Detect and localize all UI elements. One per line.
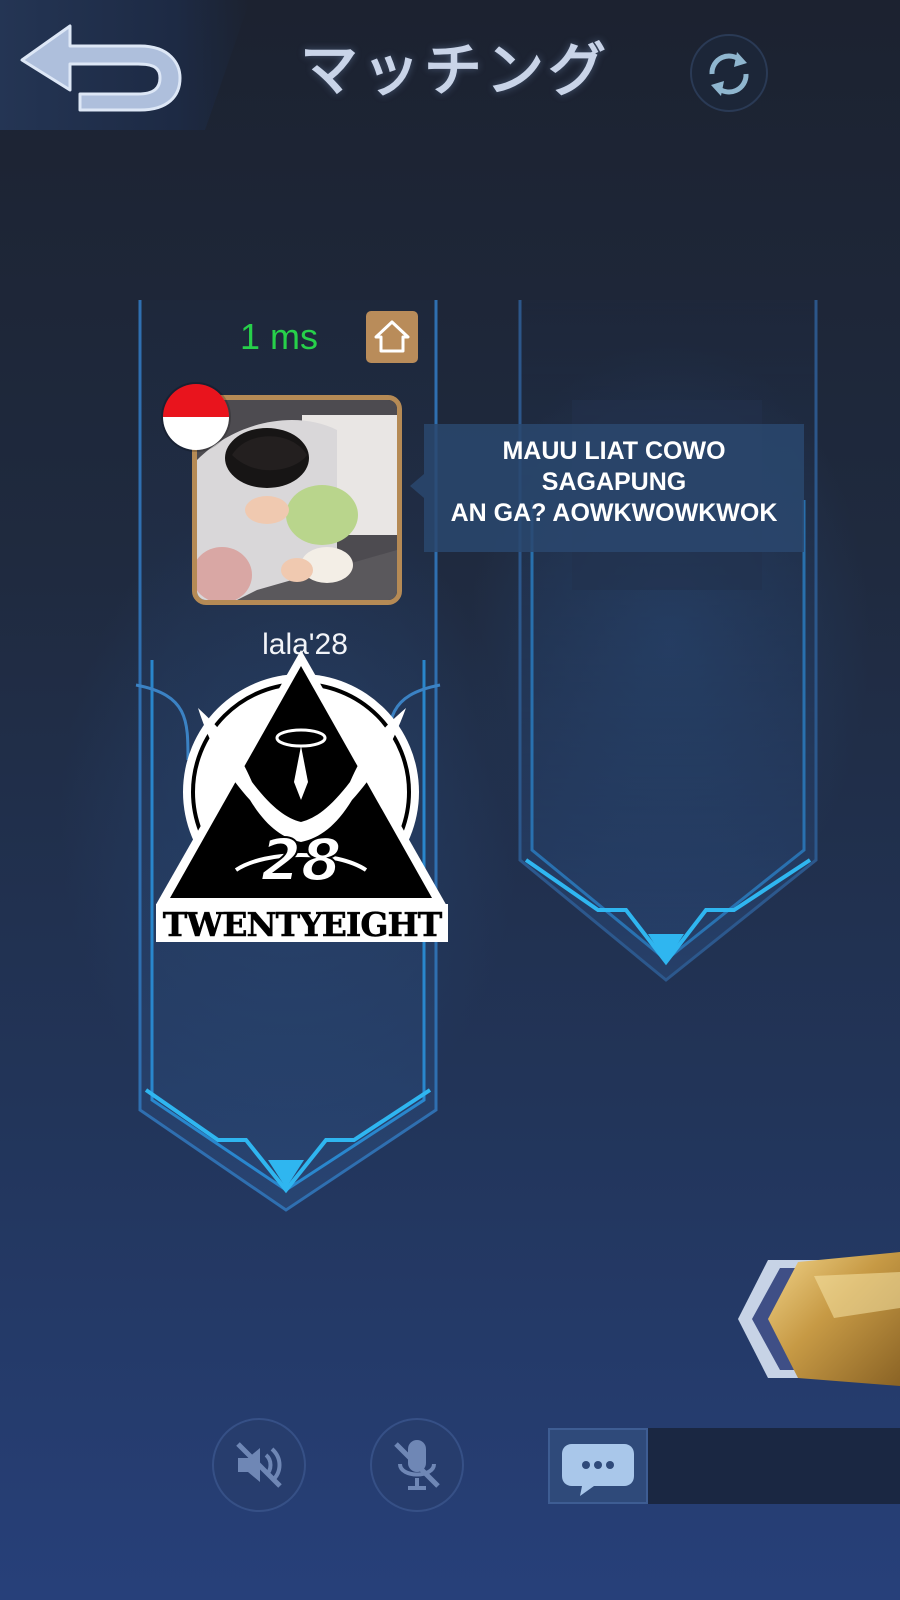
speaker-muted-icon — [236, 1442, 282, 1488]
home-icon — [374, 320, 410, 353]
emblem-text: TWENTYEIGHT — [163, 905, 443, 944]
empty-slot-panel — [518, 300, 818, 982]
matching-screen: マッチング 1 ms MAUU LIAT COWO SAGAPUNG AN GA… — [0, 0, 900, 1600]
mic-mute-button[interactable] — [370, 1418, 464, 1512]
chat-message-line: MAUU LIAT COWO — [502, 437, 726, 465]
chat-button[interactable] — [548, 1428, 648, 1504]
refresh-icon — [709, 52, 749, 96]
country-flag — [163, 384, 229, 450]
emblem-number: 28 — [261, 826, 342, 894]
home-badge — [366, 311, 418, 363]
gold-hex-button — [738, 1252, 900, 1386]
chat-bubble-icon — [562, 1444, 634, 1496]
chat-bubble-tail — [410, 474, 424, 498]
indonesia-flag-icon — [163, 384, 229, 450]
refresh-button[interactable] — [690, 34, 768, 112]
mic-muted-icon — [394, 1440, 440, 1490]
speaker-mute-button[interactable] — [212, 1418, 306, 1512]
ready-button[interactable] — [738, 1248, 900, 1390]
back-arrow-icon — [20, 24, 182, 112]
page-title: マッチング — [300, 36, 611, 104]
chat-bubble: MAUU LIAT COWO SAGAPUNG AN GA? AOWKWOWKW… — [424, 424, 804, 552]
avatar-photo — [197, 400, 397, 600]
squad-emblem-logo: 28 TWENTYEIGHT — [156, 650, 448, 944]
chat-message-line: AN GA? AOWKWOWKWOK — [450, 499, 778, 527]
chat-message-line: SAGAPUNG — [541, 468, 687, 496]
back-button[interactable] — [12, 18, 187, 113]
ping-label: 1 ms — [240, 316, 319, 357]
